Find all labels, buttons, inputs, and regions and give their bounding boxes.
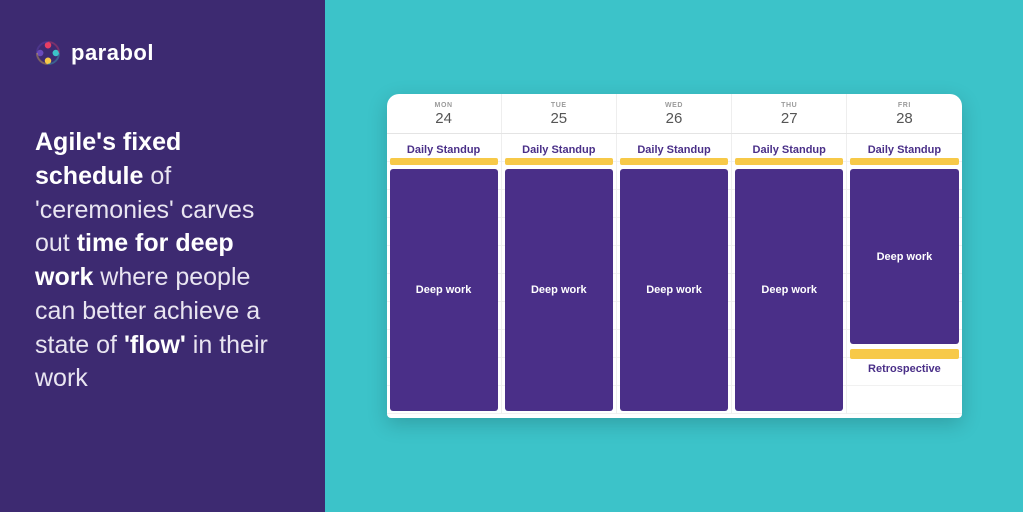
- standup-event-label: Daily Standup: [735, 144, 843, 156]
- sidebar-panel: parabol Agile's fixed schedule of 'cerem…: [0, 0, 325, 512]
- dow-label: THU: [732, 102, 846, 109]
- calendar-card: MON 24 TUE 25 WED 26 THU 27 FRI 28 Dail: [387, 94, 962, 418]
- day-number: 28: [847, 110, 961, 127]
- day-header-wed: WED 26: [616, 94, 731, 133]
- calendar-header-row: MON 24 TUE 25 WED 26 THU 27 FRI 28: [387, 94, 962, 134]
- day-column-thu: Daily Standup Deep work: [731, 134, 846, 414]
- day-column-wed: Daily Standup Deep work: [616, 134, 731, 414]
- deep-work-block: Deep work: [850, 169, 958, 344]
- day-header-tue: TUE 25: [501, 94, 616, 133]
- day-number: 25: [502, 110, 616, 127]
- headline-text: Agile's fixed schedule of 'ceremonies' c…: [35, 126, 290, 396]
- dow-label: FRI: [847, 102, 961, 109]
- standup-event-bar: [505, 158, 613, 165]
- day-column-fri: Daily Standup Deep work Retrospective: [846, 134, 961, 414]
- parabol-logo-icon: [35, 40, 61, 66]
- day-header-mon: MON 24: [387, 94, 501, 133]
- dow-label: WED: [617, 102, 731, 109]
- deep-work-block: Deep work: [620, 169, 728, 411]
- retrospective-event-label: Retrospective: [850, 363, 958, 375]
- deep-work-label: Deep work: [416, 284, 472, 296]
- dow-label: MON: [387, 102, 501, 109]
- standup-event-label: Daily Standup: [390, 144, 498, 156]
- deep-work-block: Deep work: [735, 169, 843, 411]
- deep-work-label: Deep work: [877, 251, 933, 263]
- standup-event-label: Daily Standup: [620, 144, 728, 156]
- standup-event-bar: [390, 158, 498, 165]
- headline-bold-5: 'flow': [124, 331, 186, 359]
- day-header-fri: FRI 28: [846, 94, 961, 133]
- standup-event-bar: [850, 158, 958, 165]
- day-header-thu: THU 27: [731, 94, 846, 133]
- retrospective-event-bar: [850, 349, 958, 359]
- standup-event-bar: [620, 158, 728, 165]
- day-number: 26: [617, 110, 731, 127]
- deep-work-label: Deep work: [761, 284, 817, 296]
- brand-name: parabol: [71, 40, 154, 66]
- standup-event-label: Daily Standup: [505, 144, 613, 156]
- illustration-panel: MON 24 TUE 25 WED 26 THU 27 FRI 28 Dail: [325, 0, 1023, 512]
- day-number: 27: [732, 110, 846, 127]
- standup-event-label: Daily Standup: [850, 144, 958, 156]
- day-column-mon: Daily Standup Deep work: [387, 134, 501, 414]
- standup-event-bar: [735, 158, 843, 165]
- deep-work-label: Deep work: [531, 284, 587, 296]
- dow-label: TUE: [502, 102, 616, 109]
- calendar-grid: Daily Standup Deep work Daily Standup De…: [387, 134, 962, 414]
- day-column-tue: Daily Standup Deep work: [501, 134, 616, 414]
- brand-logo: parabol: [35, 40, 290, 66]
- day-number: 24: [387, 110, 501, 127]
- deep-work-label: Deep work: [646, 284, 702, 296]
- deep-work-block: Deep work: [390, 169, 498, 411]
- deep-work-block: Deep work: [505, 169, 613, 411]
